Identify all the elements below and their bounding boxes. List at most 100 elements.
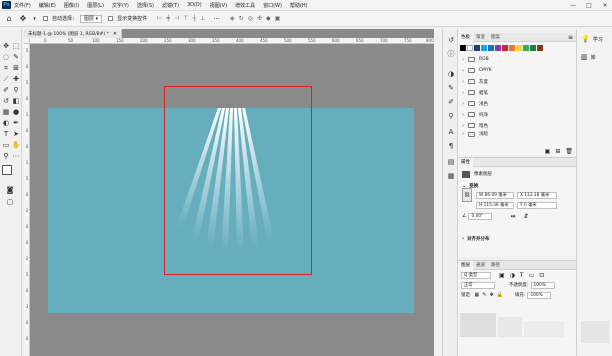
align-left-icon[interactable]: ⊢ xyxy=(157,15,162,22)
filter-shape-icon[interactable]: ▭ xyxy=(529,272,535,279)
tab-layers[interactable]: 图层 xyxy=(458,260,473,270)
layer-comps-icon[interactable]: ▦ xyxy=(446,171,456,181)
swatch-folder[interactable]: › RGB xyxy=(458,54,576,65)
healing-tool-icon[interactable]: ✚ xyxy=(11,74,21,84)
filter-pixel-icon[interactable]: ▣ xyxy=(499,272,505,279)
swatch[interactable] xyxy=(537,45,543,51)
gradient-tool-icon[interactable]: ▦ xyxy=(1,107,11,117)
height-field[interactable]: H 115.36 毫米 xyxy=(476,201,514,209)
lock-paint-icon[interactable]: ✎ xyxy=(482,292,486,298)
maximize-button[interactable]: □ xyxy=(582,0,596,11)
swatch[interactable] xyxy=(481,45,487,51)
menu-plugins[interactable]: 增效工具 xyxy=(235,2,255,9)
tab-gradients[interactable]: 渐变 xyxy=(473,34,488,40)
swatch-folder[interactable]: › 浅色 xyxy=(458,98,576,109)
swatch[interactable] xyxy=(516,45,522,51)
document-tab[interactable]: 未标题-1 @ 100% (图层 1, RGB/8#) * ✕ xyxy=(24,29,123,38)
lock-all-icon[interactable]: 🔒 xyxy=(497,292,503,298)
brush-tool-icon[interactable]: ✐ xyxy=(1,85,11,95)
blend-mode-dropdown[interactable]: 正常 xyxy=(461,281,495,289)
character-icon[interactable]: A xyxy=(446,127,456,137)
dodge-tool-icon[interactable]: ◐ xyxy=(1,118,11,128)
x-field[interactable]: X 112.18 毫米 xyxy=(517,191,557,199)
3d-pan-icon[interactable]: ✣ xyxy=(257,15,262,22)
y-field[interactable]: Y 0 毫米 xyxy=(517,201,557,209)
swatch[interactable] xyxy=(523,45,529,51)
menu-file[interactable]: 文件(F) xyxy=(14,2,31,9)
swatch-folder[interactable]: › 浅暗 xyxy=(458,131,576,137)
width-field[interactable]: W 86.09 毫米 xyxy=(476,191,514,199)
brushes-icon[interactable]: ✐ xyxy=(446,97,456,107)
lock-move-icon[interactable]: ✥ xyxy=(489,292,493,298)
new-swatch-icon[interactable]: ⊞ xyxy=(555,148,560,155)
eraser-tool-icon[interactable]: ◧ xyxy=(11,96,21,106)
swatch[interactable] xyxy=(460,45,466,51)
transform-section-header[interactable]: ⌄ 变换 xyxy=(458,181,576,190)
align-right-icon[interactable]: ⊣ xyxy=(174,15,179,22)
tab-swatches[interactable]: 色板 xyxy=(458,32,473,42)
marquee-tool-icon[interactable]: ⬚ xyxy=(11,41,21,51)
3d-slide-icon[interactable]: ◆ xyxy=(266,15,271,22)
menu-edit[interactable]: 编辑(E) xyxy=(39,2,56,9)
stamp-tool-icon[interactable]: ⚲ xyxy=(11,85,21,95)
lock-pixels-icon[interactable]: ▦ xyxy=(475,292,480,298)
swatch-folder[interactable]: › 灰度 xyxy=(458,76,576,87)
swatch[interactable] xyxy=(467,45,473,51)
panel-menu-icon[interactable]: ≡ xyxy=(568,34,576,41)
menu-help[interactable]: 帮助(H) xyxy=(290,2,308,9)
foreground-color-swatch[interactable] xyxy=(2,165,12,175)
filter-adjust-icon[interactable]: ◑ xyxy=(510,272,515,279)
library-button[interactable]: ▥ 库 xyxy=(581,53,596,61)
pen-tool-icon[interactable]: ✒ xyxy=(11,118,21,128)
angle-field[interactable]: 0.00° xyxy=(468,212,493,220)
swatch[interactable] xyxy=(509,45,515,51)
menu-filter[interactable]: 滤镜(T) xyxy=(162,2,179,9)
tool-preset-chevron-icon[interactable]: ▾ xyxy=(32,16,37,22)
align-middle-icon[interactable]: ┼ xyxy=(192,15,196,22)
menu-select[interactable]: 选择(S) xyxy=(137,2,154,9)
selection-rectangle[interactable] xyxy=(164,86,312,275)
type-tool-icon[interactable]: T xyxy=(1,129,11,139)
menu-3d[interactable]: 3D(D) xyxy=(187,2,202,8)
tab-channels[interactable]: 通道 xyxy=(473,262,488,268)
swatch[interactable] xyxy=(495,45,501,51)
align-center-icon[interactable]: ╪ xyxy=(166,15,170,22)
show-transform-checkbox[interactable] xyxy=(108,16,114,21)
eyedropper-tool-icon[interactable]: ⟋ xyxy=(1,74,11,84)
3d-scale-icon[interactable]: ▣ xyxy=(275,15,281,22)
more-options[interactable]: ··· xyxy=(213,15,220,23)
tab-patterns[interactable]: 图案 xyxy=(488,34,503,40)
more-tools-icon[interactable]: ⋯ xyxy=(11,151,21,161)
flip-vertical-icon[interactable]: ⇵ xyxy=(524,213,529,220)
adjustments-icon[interactable]: ◑ xyxy=(446,69,456,79)
home-icon[interactable]: ⌂ xyxy=(4,14,14,23)
clone-source-icon[interactable]: ⚲ xyxy=(446,111,456,121)
quick-select-tool-icon[interactable]: ✎ xyxy=(11,52,21,62)
swatch-folder[interactable]: › 纯净 xyxy=(458,109,576,120)
swatch[interactable] xyxy=(474,45,480,51)
flip-horizontal-icon[interactable]: ⇹ xyxy=(510,213,515,220)
trash-icon[interactable]: 🗑 xyxy=(565,148,573,155)
align-section-header[interactable]: › 对齐并分布 xyxy=(458,232,576,246)
frame-tool-icon[interactable]: ⊠ xyxy=(11,63,21,73)
move-tool-icon[interactable]: ✥ xyxy=(1,41,11,51)
swatch[interactable] xyxy=(488,45,494,51)
blur-tool-icon[interactable]: ● xyxy=(11,107,21,117)
swatch[interactable] xyxy=(530,45,536,51)
screen-mode-icon[interactable]: ▢ xyxy=(5,197,15,207)
auto-select-checkbox[interactable] xyxy=(43,16,48,21)
3d-rotate-icon[interactable]: ↻ xyxy=(239,15,244,22)
info-icon[interactable]: ⓘ xyxy=(446,49,456,59)
menu-image[interactable]: 图像(I) xyxy=(64,2,79,9)
crop-tool-icon[interactable]: ⌗ xyxy=(1,63,11,73)
path-select-tool-icon[interactable]: ➤ xyxy=(11,129,21,139)
history-brush-tool-icon[interactable]: ↺ xyxy=(1,96,11,106)
layer-filter-dropdown[interactable]: Q 类型 xyxy=(461,271,491,279)
shape-tool-icon[interactable]: ▭ xyxy=(1,140,11,150)
3d-roll-icon[interactable]: ◎ xyxy=(248,15,253,22)
tab-properties[interactable]: 属性 xyxy=(458,157,473,167)
minimize-button[interactable]: — xyxy=(566,0,580,11)
swatch[interactable] xyxy=(502,45,508,51)
paragraph-icon[interactable]: ¶ xyxy=(446,141,456,151)
learn-button[interactable]: 💡 学习 xyxy=(581,35,603,43)
